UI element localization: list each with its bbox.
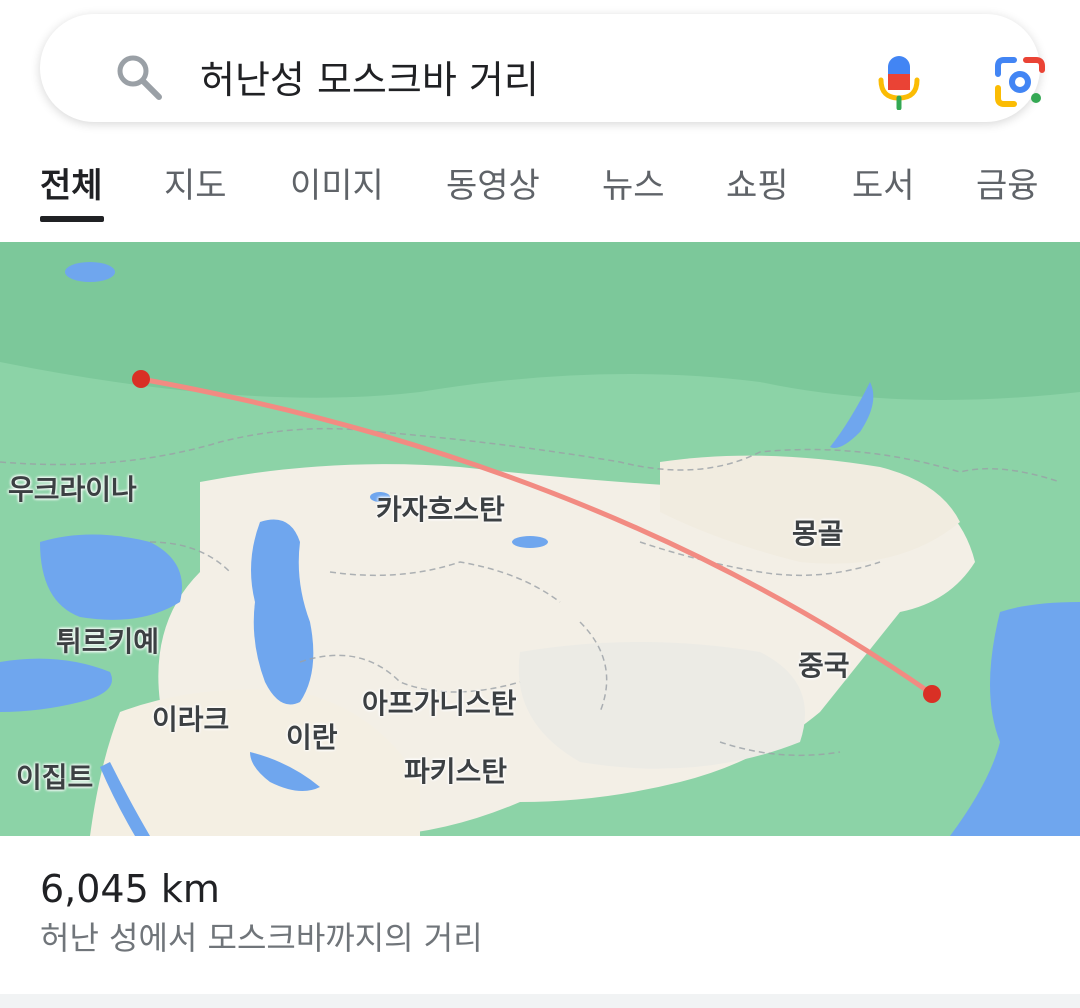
tab-videos[interactable]: 동영상: [446, 162, 540, 210]
map-label-egypt: 이집트: [16, 761, 94, 794]
tab-finance[interactable]: 금융: [976, 162, 1039, 210]
map-label-afghanistan: 아프가니스탄: [362, 687, 517, 720]
map-label-china: 중국: [798, 649, 850, 682]
map-label-iran: 이란: [286, 721, 338, 754]
search-icon[interactable]: [114, 52, 164, 102]
map-label-pakistan: 파키스탄: [404, 755, 508, 788]
map-canvas: [0, 242, 1080, 836]
map-label-turkey: 튀르키예: [56, 625, 160, 658]
section-divider: [0, 994, 1080, 1008]
tab-shopping[interactable]: 쇼핑: [726, 162, 789, 210]
map-label-mongolia: 몽골: [792, 517, 844, 550]
moscow-marker: [132, 370, 150, 388]
search-bar[interactable]: 허난성 모스크바 거리: [40, 14, 1045, 122]
map-label-ukraine: 우크라이나: [8, 473, 137, 506]
tab-all[interactable]: 전체: [40, 162, 103, 210]
tab-maps[interactable]: 지도: [164, 162, 227, 210]
search-tabs: 전체 지도 이미지 동영상 뉴스 쇼핑 도서 금융: [0, 150, 1080, 240]
route-map[interactable]: 우크라이나 카자흐스탄 몽골 튀르키예 중국 이라크 이란 아프가니스탄 이집트…: [0, 242, 1080, 836]
active-tab-indicator: [40, 216, 104, 222]
distance-description: 허난 성에서 모스크바까지의 거리: [40, 919, 483, 957]
tab-news[interactable]: 뉴스: [602, 162, 665, 210]
tab-images[interactable]: 이미지: [290, 162, 384, 210]
lens-icon[interactable]: [994, 56, 1046, 108]
distance-result: 6,045 km 허난 성에서 모스크바까지의 거리: [40, 864, 483, 960]
henan-marker: [923, 685, 941, 703]
map-label-iraq: 이라크: [152, 703, 230, 736]
mic-icon[interactable]: [876, 54, 922, 110]
map-label-kazakhstan: 카자흐스탄: [376, 493, 505, 526]
tab-books[interactable]: 도서: [852, 162, 915, 210]
distance-value: 6,045 km: [40, 867, 220, 911]
search-query[interactable]: 허난성 모스크바 거리: [200, 54, 539, 106]
